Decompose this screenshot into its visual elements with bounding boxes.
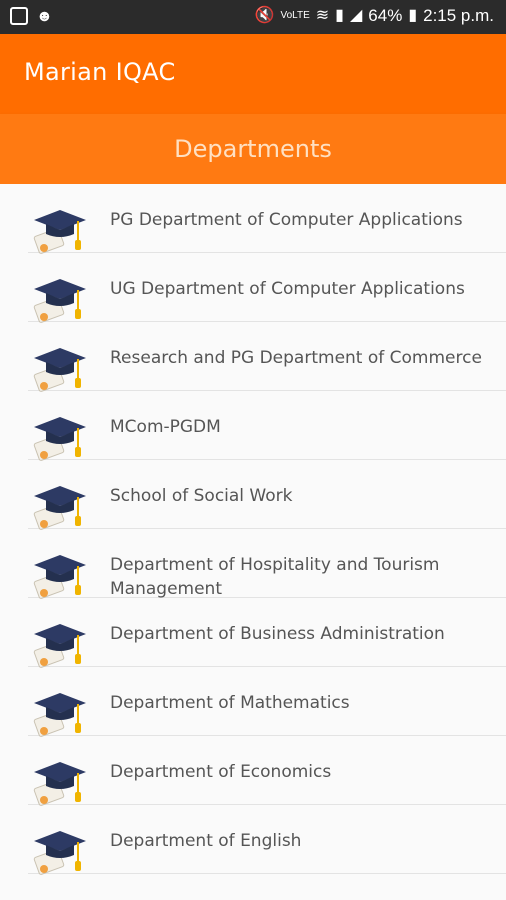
- wechat-icon: ☻: [36, 8, 53, 25]
- battery-icon: ▮: [408, 7, 418, 24]
- graduation-cap-icon: [33, 693, 86, 737]
- department-item[interactable]: Research and PG Department of Commerce: [28, 322, 506, 392]
- graduation-cap-icon: [33, 555, 86, 599]
- department-item[interactable]: MCom-PGDM: [28, 391, 506, 461]
- graduation-cap-icon: [33, 417, 86, 461]
- department-label: Department of Mathematics: [110, 693, 350, 713]
- section-header: Departments: [0, 114, 506, 184]
- gallery-icon: [10, 7, 28, 25]
- graduation-cap-icon: [33, 279, 86, 323]
- department-item[interactable]: Department of Hospitality and Tourism Ma…: [28, 529, 506, 599]
- wifi-icon: ≋: [315, 7, 330, 24]
- department-label: Department of Business Administration: [110, 624, 445, 644]
- department-label: Department of Hospitality and Tourism Ma…: [110, 555, 440, 599]
- graduation-cap-icon: [33, 624, 86, 668]
- departments-list[interactable]: PG Department of Computer Applications UG…: [0, 184, 506, 900]
- department-item[interactable]: School of Social Work: [28, 460, 506, 530]
- battery-percent: 64%: [368, 6, 403, 25]
- department-label: MCom-PGDM: [110, 417, 221, 437]
- section-title: Departments: [174, 135, 332, 163]
- department-label: Department of Economics: [110, 762, 332, 782]
- department-item[interactable]: Department of Mathematics: [28, 667, 506, 737]
- graduation-cap-icon: [33, 348, 86, 392]
- department-label: UG Department of Computer Applications: [110, 279, 465, 299]
- status-bar: ☻ 🔇 VoLTE ≋ ▮ ◢ 64% ▮ 2:15 p.m.: [0, 0, 506, 34]
- clock: 2:15 p.m.: [423, 6, 494, 25]
- department-label: School of Social Work: [110, 486, 293, 506]
- department-label: PG Department of Computer Applications: [110, 210, 463, 230]
- department-item[interactable]: Department of Economics: [28, 736, 506, 806]
- app-bar: Marian IQAC: [0, 34, 506, 114]
- graduation-cap-icon: [33, 831, 86, 875]
- department-item[interactable]: Department of Business Administration: [28, 598, 506, 668]
- department-label: Department of English: [110, 831, 302, 851]
- signal-icon: ◢: [349, 7, 363, 24]
- graduation-cap-icon: [33, 762, 86, 806]
- department-item[interactable]: PG Department of Computer Applications: [28, 184, 506, 254]
- department-item[interactable]: Department of English: [28, 805, 506, 875]
- department-item[interactable]: UG Department of Computer Applications: [28, 253, 506, 323]
- department-label: Research and PG Department of Commerce: [110, 348, 482, 368]
- mute-icon: 🔇: [254, 7, 275, 24]
- volte-icon: VoLTE: [280, 10, 310, 21]
- sim-icon: ▮: [335, 7, 344, 24]
- graduation-cap-icon: [33, 486, 86, 530]
- graduation-cap-icon: [33, 210, 86, 254]
- app-title: Marian IQAC: [24, 58, 176, 86]
